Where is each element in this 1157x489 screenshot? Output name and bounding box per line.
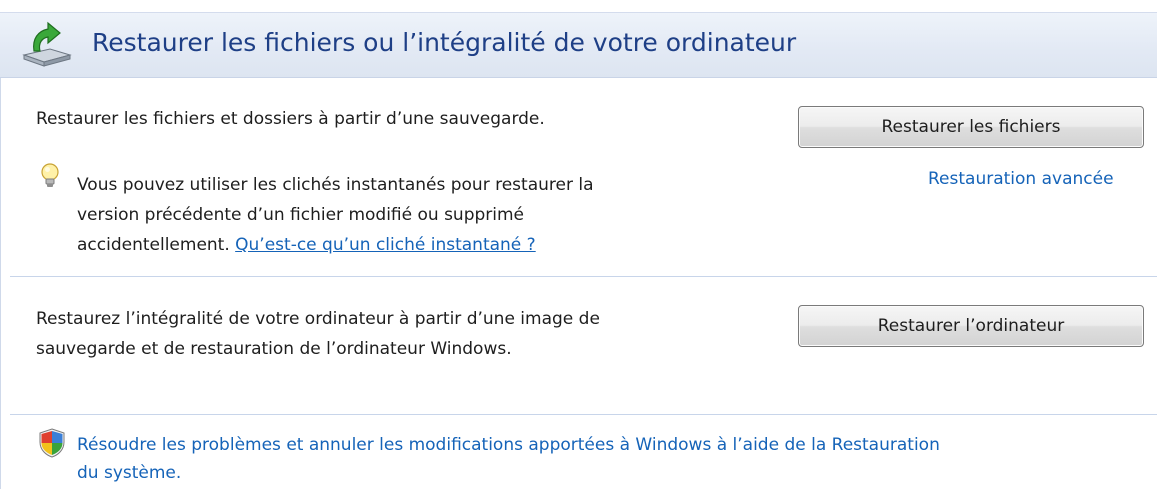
shadow-copy-help-link[interactable]: Qu’est-ce qu’un cliché instantané ? xyxy=(235,235,536,255)
advanced-restore-link[interactable]: Restauration avancée xyxy=(928,164,1114,194)
page-title: Restaurer les fichiers ou l’intégralité … xyxy=(92,28,797,57)
restore-files-button[interactable]: Restaurer les fichiers xyxy=(798,106,1144,148)
tip-line-1: Vous pouvez utiliser les clichés instant… xyxy=(77,175,594,195)
restore-computer-button[interactable]: Restaurer l’ordinateur xyxy=(798,305,1144,347)
tip-line-3: accidentellement. Qu’est-ce qu’un cliché… xyxy=(77,230,536,260)
section-header: Restaurer les fichiers ou l’intégralité … xyxy=(0,12,1157,78)
system-restore-link-line-2[interactable]: du système. xyxy=(77,458,181,488)
section-divider xyxy=(10,276,1157,277)
restore-computer-description-line-2: sauvegarde et de restauration de l’ordin… xyxy=(36,339,512,359)
tip-line-3-text: accidentellement. xyxy=(77,235,236,255)
lightbulb-icon xyxy=(41,163,59,187)
restore-computer-icon xyxy=(22,21,72,67)
system-restore-link-line-1[interactable]: Résoudre les problèmes et annuler les mo… xyxy=(77,430,940,460)
restore-files-description: Restaurer les fichiers et dossiers à par… xyxy=(36,109,545,129)
panel-left-border xyxy=(0,12,1,489)
section-divider xyxy=(10,414,1157,415)
tip-line-2: version précédente d’un fichier modifié … xyxy=(77,205,525,225)
uac-shield-icon xyxy=(39,428,65,458)
restore-computer-description-line-1: Restaurez l’intégralité de votre ordinat… xyxy=(36,309,600,329)
